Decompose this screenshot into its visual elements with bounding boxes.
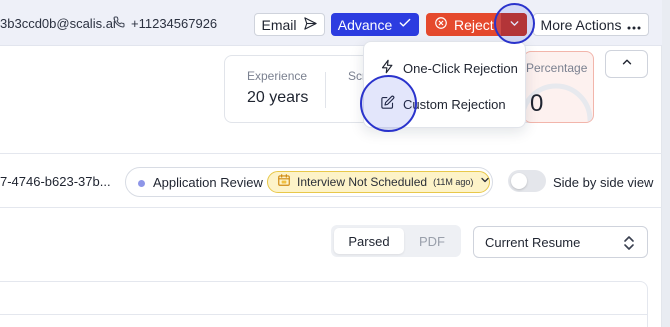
interview-status-time: (11M ago) <box>433 177 474 187</box>
percentage-value: 0 <box>530 90 544 117</box>
candidate-email[interactable]: 3b3ccd0b@scalis.ai <box>0 16 116 31</box>
side-by-side-label: Side by side view <box>553 175 654 190</box>
more-actions-label: More Actions <box>540 16 622 33</box>
menu-item-one-click-rejection[interactable]: One-Click Rejection <box>380 59 518 77</box>
side-by-side-toggle[interactable] <box>508 170 546 192</box>
experience-label: Experience <box>247 69 308 83</box>
calendar-icon <box>277 173 291 192</box>
more-dots-icon <box>627 17 641 33</box>
interview-status-badge[interactable]: Interview Not Scheduled (11M ago) <box>267 171 490 193</box>
section-divider <box>0 207 662 208</box>
click-highlight-ring <box>360 75 417 132</box>
collapse-button[interactable] <box>605 50 648 78</box>
section-divider <box>0 153 662 154</box>
advance-button-label: Advance <box>337 16 393 33</box>
menu-item-label: One-Click Rejection <box>403 60 518 76</box>
resume-view-tabs: Parsed PDF <box>331 225 461 257</box>
phone-icon <box>113 16 125 31</box>
chevron-down-icon <box>479 173 491 191</box>
resume-version-select[interactable]: Current Resume <box>473 226 648 258</box>
experience-value: 20 years <box>247 89 309 106</box>
x-circle-icon <box>434 16 448 33</box>
stage-pill[interactable]: Application Review Interview Not Schedul… <box>125 167 493 197</box>
reject-button-label: Reject <box>454 16 494 33</box>
stats-divider <box>325 72 326 108</box>
chevron-updown-icon <box>623 235 635 254</box>
content-divider <box>0 314 648 315</box>
candidate-phone[interactable]: +11234567926 <box>113 16 217 31</box>
percentage-card: Percentage 0 <box>523 51 594 123</box>
candidate-panel: 3b3ccd0b@scalis.ai +11234567926 Email Ad… <box>0 0 662 327</box>
tab-parsed[interactable]: Parsed <box>334 228 404 254</box>
interview-status-text: Interview Not Scheduled <box>297 175 428 189</box>
resume-content-area <box>0 281 648 327</box>
stage-label: Application Review <box>153 175 263 190</box>
resume-select-value: Current Resume <box>485 234 581 250</box>
send-icon <box>303 16 318 34</box>
tab-pdf[interactable]: PDF <box>419 234 445 249</box>
stage-dot <box>138 180 145 187</box>
email-button[interactable]: Email <box>254 13 325 36</box>
candidate-header: 3b3ccd0b@scalis.ai +11234567926 Email Ad… <box>0 0 662 46</box>
chevron-up-icon <box>620 55 634 74</box>
click-highlight-ring <box>494 3 535 44</box>
advance-button[interactable]: Advance <box>331 13 419 36</box>
more-actions-button[interactable]: More Actions <box>533 13 649 36</box>
application-id: 7-4746-b623-37b... <box>0 174 111 189</box>
check-icon <box>398 16 412 33</box>
email-button-label: Email <box>261 16 297 33</box>
menu-item-label: Custom Rejection <box>403 96 506 112</box>
phone-number: +11234567926 <box>131 16 218 31</box>
toggle-knob <box>511 173 527 189</box>
